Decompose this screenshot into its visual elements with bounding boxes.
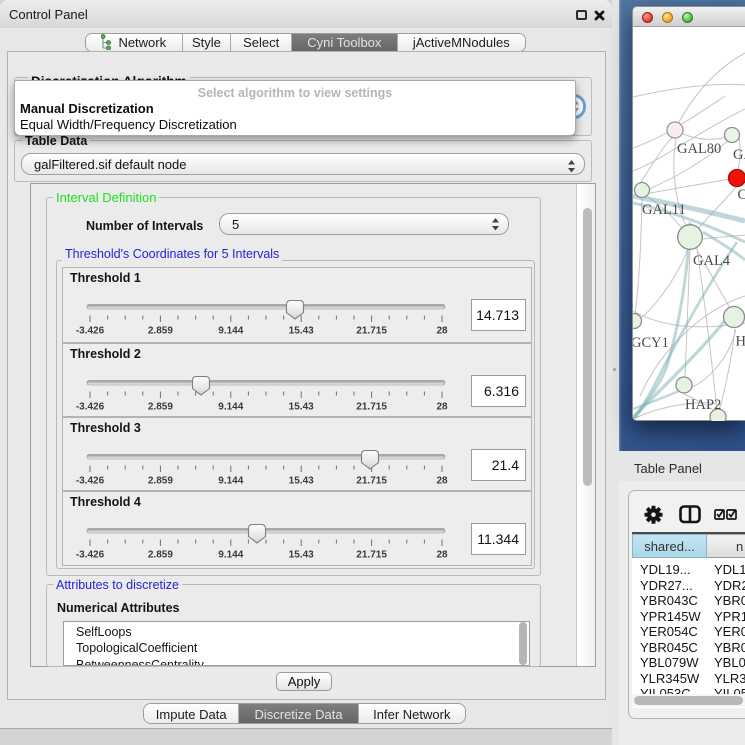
svg-text:9.144: 9.144 xyxy=(218,476,243,487)
svg-text:GAL4: GAL4 xyxy=(693,253,731,269)
svg-text:GAL11: GAL11 xyxy=(642,202,686,218)
svg-text:21.715: 21.715 xyxy=(356,476,387,487)
svg-text:28: 28 xyxy=(436,476,448,487)
svg-text:2.859: 2.859 xyxy=(148,476,173,487)
svg-text:-3.426: -3.426 xyxy=(76,402,105,413)
svg-text:-3.426: -3.426 xyxy=(76,326,105,337)
svg-text:21.715: 21.715 xyxy=(356,402,387,413)
svg-text:2.859: 2.859 xyxy=(148,550,173,561)
svg-text:-3.426: -3.426 xyxy=(76,550,105,561)
svg-text:HAP2: HAP2 xyxy=(685,397,721,413)
svg-text:GA: GA xyxy=(733,147,745,163)
svg-text:15.43: 15.43 xyxy=(289,550,314,561)
svg-text:28: 28 xyxy=(436,402,448,413)
svg-text:GCY1: GCY1 xyxy=(633,335,669,351)
svg-text:C: C xyxy=(738,187,745,203)
svg-text:H: H xyxy=(736,334,745,350)
svg-text:2.859: 2.859 xyxy=(148,402,173,413)
svg-text:21.715: 21.715 xyxy=(356,326,387,337)
svg-text:15.43: 15.43 xyxy=(289,326,314,337)
svg-text:9.144: 9.144 xyxy=(218,402,243,413)
svg-text:28: 28 xyxy=(436,326,448,337)
svg-text:GAL80: GAL80 xyxy=(677,141,721,157)
svg-text:2.859: 2.859 xyxy=(148,326,173,337)
svg-text:15.43: 15.43 xyxy=(289,402,314,413)
svg-text:15.43: 15.43 xyxy=(289,476,314,487)
svg-text:9.144: 9.144 xyxy=(218,550,243,561)
svg-text:9.144: 9.144 xyxy=(218,326,243,337)
svg-text:28: 28 xyxy=(436,550,448,561)
svg-text:21.715: 21.715 xyxy=(356,550,387,561)
svg-text:-3.426: -3.426 xyxy=(76,476,105,487)
